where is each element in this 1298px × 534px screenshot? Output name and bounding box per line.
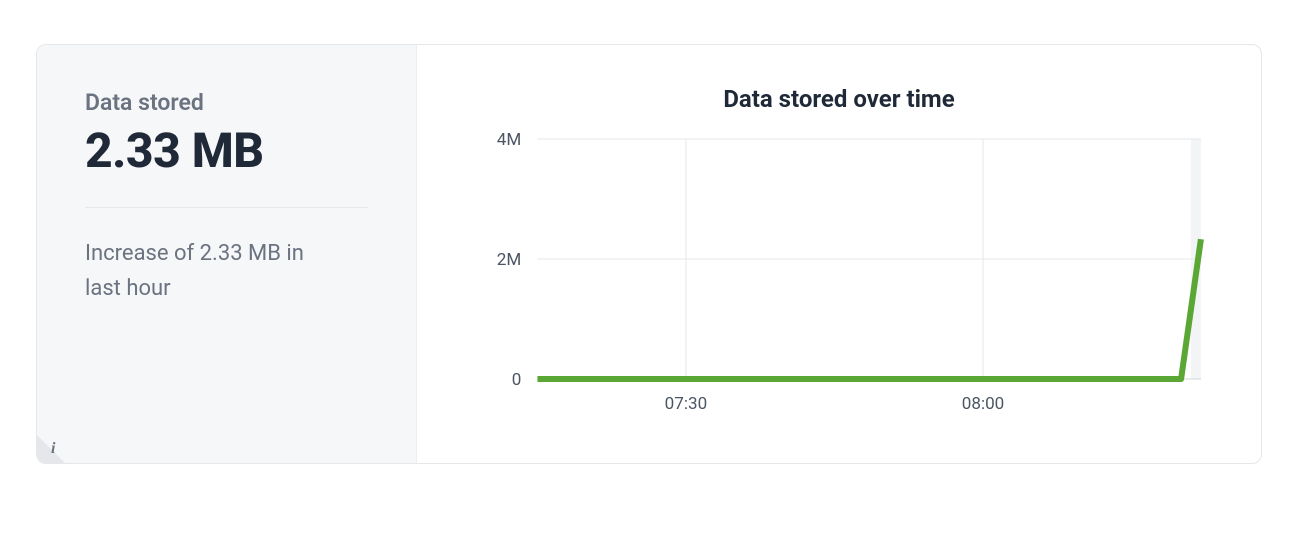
y-tick-label: 0: [512, 370, 522, 390]
data-stored-card: Data stored 2.33 MB Increase of 2.33 MB …: [36, 44, 1262, 464]
summary-subtext: Increase of 2.33 MB in last hour: [85, 236, 345, 306]
y-tick-label: 4M: [497, 130, 522, 150]
chart-panel: Data stored over time 0 2M 4M 07:30 08:00: [417, 45, 1261, 463]
x-tick-label: 07:30: [665, 394, 708, 414]
chart-title: Data stored over time: [457, 85, 1221, 113]
y-tick-label: 2M: [497, 250, 522, 270]
divider: [85, 207, 368, 208]
x-tick-label: 08:00: [962, 394, 1005, 414]
summary-title: Data stored: [85, 89, 368, 116]
data-line: [537, 239, 1200, 379]
chart: 0 2M 4M 07:30 08:00: [457, 129, 1221, 429]
chart-svg: 0 2M 4M 07:30 08:00: [457, 129, 1221, 429]
info-icon[interactable]: i: [51, 441, 55, 457]
summary-value: 2.33 MB: [85, 122, 368, 179]
summary-panel: Data stored 2.33 MB Increase of 2.33 MB …: [37, 45, 417, 463]
